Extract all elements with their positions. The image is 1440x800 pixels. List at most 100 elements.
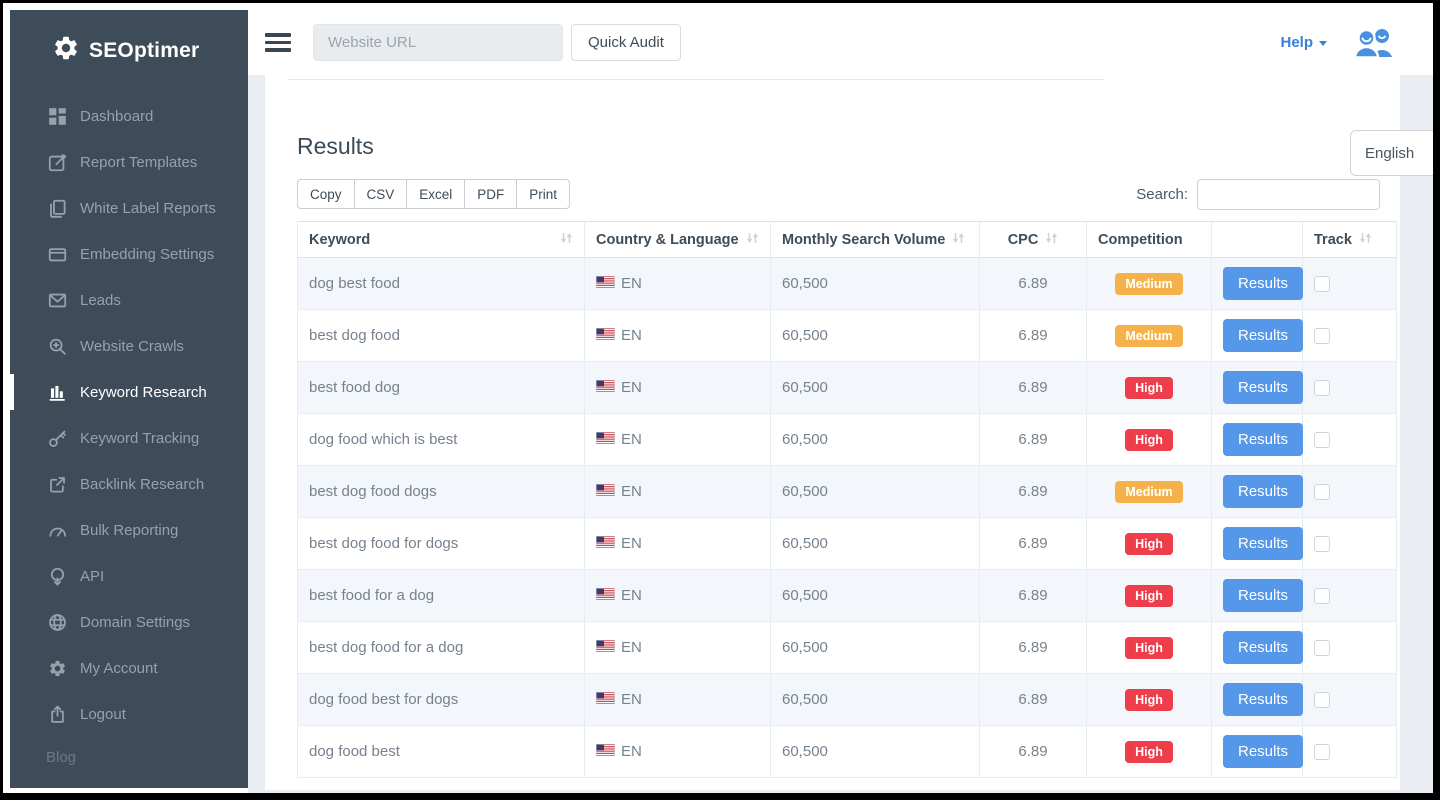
track-cell bbox=[1303, 570, 1397, 622]
results-button[interactable]: Results bbox=[1223, 527, 1303, 560]
track-cell bbox=[1303, 466, 1397, 518]
us-flag bbox=[596, 431, 615, 448]
sidebar-item-dashboard[interactable]: Dashboard bbox=[10, 93, 248, 139]
sidebar-item-label: Embedding Settings bbox=[80, 246, 214, 263]
brand-logo[interactable]: SEOptimer bbox=[10, 10, 248, 67]
track-checkbox[interactable] bbox=[1314, 536, 1330, 552]
language-select-wrap: English bbox=[1350, 130, 1433, 176]
track-cell bbox=[1303, 622, 1397, 674]
column-header-keyword[interactable]: Keyword bbox=[298, 222, 585, 258]
results-button[interactable]: Results bbox=[1223, 579, 1303, 612]
pdf-export-button[interactable]: PDF bbox=[465, 179, 517, 209]
track-checkbox[interactable] bbox=[1314, 588, 1330, 604]
track-checkbox[interactable] bbox=[1314, 744, 1330, 760]
keyword-cell: best dog food bbox=[298, 310, 585, 362]
copy-export-button[interactable]: Copy bbox=[297, 179, 355, 209]
cpc-cell: 6.89 bbox=[980, 466, 1087, 518]
sidebar-item-logout[interactable]: Logout bbox=[10, 691, 248, 737]
hamburger-menu-icon[interactable] bbox=[265, 33, 291, 52]
sidebar-item-label: Backlink Research bbox=[80, 476, 204, 493]
key-icon bbox=[46, 427, 68, 449]
results-button[interactable]: Results bbox=[1223, 683, 1303, 716]
sidebar-item-leads[interactable]: Leads bbox=[10, 277, 248, 323]
logout-icon bbox=[46, 703, 68, 725]
action-cell: Results bbox=[1212, 622, 1303, 674]
track-checkbox[interactable] bbox=[1314, 328, 1330, 344]
cpc-cell: 6.89 bbox=[980, 622, 1087, 674]
results-button[interactable]: Results bbox=[1223, 423, 1303, 456]
sidebar-item-keyword-research[interactable]: Keyword Research bbox=[10, 369, 248, 415]
language-code: EN bbox=[621, 535, 642, 552]
quick-audit-button[interactable]: Quick Audit bbox=[571, 24, 681, 61]
cpc-cell: 6.89 bbox=[980, 310, 1087, 362]
sidebar-item-embedding-settings[interactable]: Embedding Settings bbox=[10, 231, 248, 277]
language-code: EN bbox=[621, 743, 642, 760]
dashboard-icon bbox=[46, 105, 68, 127]
table-row: dog food bestEN60,5006.89HighResults bbox=[298, 726, 1397, 778]
sidebar-item-label: Keyword Tracking bbox=[80, 430, 199, 447]
cpc-cell: 6.89 bbox=[980, 570, 1087, 622]
track-checkbox[interactable] bbox=[1314, 692, 1330, 708]
help-menu[interactable]: Help bbox=[1280, 34, 1327, 51]
track-checkbox[interactable] bbox=[1314, 432, 1330, 448]
sidebar-item-my-account[interactable]: My Account bbox=[10, 645, 248, 691]
competition-badge: High bbox=[1125, 637, 1173, 659]
results-button[interactable]: Results bbox=[1223, 735, 1303, 768]
language-code: EN bbox=[621, 327, 642, 344]
sidebar-menu: DashboardReport TemplatesWhite Label Rep… bbox=[10, 93, 248, 737]
action-cell: Results bbox=[1212, 258, 1303, 310]
column-header-country-language[interactable]: Country & Language bbox=[585, 222, 771, 258]
sidebar-item-domain-settings[interactable]: Domain Settings bbox=[10, 599, 248, 645]
website-url-input[interactable] bbox=[313, 24, 563, 61]
results-button[interactable]: Results bbox=[1223, 475, 1303, 508]
competition-badge: Medium bbox=[1115, 273, 1182, 295]
print-export-button[interactable]: Print bbox=[517, 179, 570, 209]
action-cell: Results bbox=[1212, 570, 1303, 622]
accounts-people-icon[interactable] bbox=[1353, 27, 1395, 58]
track-checkbox[interactable] bbox=[1314, 484, 1330, 500]
cpc-cell: 6.89 bbox=[980, 362, 1087, 414]
sidebar-item-label: Logout bbox=[80, 706, 126, 723]
page-title: Results bbox=[297, 133, 374, 160]
results-button[interactable]: Results bbox=[1223, 371, 1303, 404]
us-flag bbox=[596, 743, 615, 760]
results-button[interactable]: Results bbox=[1223, 631, 1303, 664]
volume-cell: 60,500 bbox=[771, 622, 980, 674]
track-cell bbox=[1303, 258, 1397, 310]
track-checkbox[interactable] bbox=[1314, 640, 1330, 656]
country-cell: EN bbox=[585, 414, 771, 466]
csv-export-button[interactable]: CSV bbox=[355, 179, 408, 209]
keyword-cell: dog food best for dogs bbox=[298, 674, 585, 726]
volume-cell: 60,500 bbox=[771, 466, 980, 518]
search-input[interactable] bbox=[1197, 179, 1380, 210]
sidebar-item-report-templates[interactable]: Report Templates bbox=[10, 139, 248, 185]
volume-cell: 60,500 bbox=[771, 518, 980, 570]
track-checkbox[interactable] bbox=[1314, 380, 1330, 396]
sidebar-item-blog[interactable]: Blog bbox=[46, 749, 76, 766]
keyword-cell: best dog food for a dog bbox=[298, 622, 585, 674]
cpc-cell: 6.89 bbox=[980, 414, 1087, 466]
table-row: best dog food dogsEN60,5006.89MediumResu… bbox=[298, 466, 1397, 518]
sort-icon bbox=[746, 232, 759, 248]
excel-export-button[interactable]: Excel bbox=[407, 179, 465, 209]
results-button[interactable]: Results bbox=[1223, 319, 1303, 352]
volume-cell: 60,500 bbox=[771, 310, 980, 362]
sidebar-item-bulk-reporting[interactable]: Bulk Reporting bbox=[10, 507, 248, 553]
table-row: dog food best for dogsEN60,5006.89HighRe… bbox=[298, 674, 1397, 726]
keyword-cell: best dog food for dogs bbox=[298, 518, 585, 570]
sidebar-item-white-label-reports[interactable]: White Label Reports bbox=[10, 185, 248, 231]
sidebar-item-keyword-tracking[interactable]: Keyword Tracking bbox=[10, 415, 248, 461]
external-link-icon bbox=[46, 473, 68, 495]
results-button[interactable]: Results bbox=[1223, 267, 1303, 300]
column-header-track[interactable]: Track bbox=[1303, 222, 1397, 258]
us-flag bbox=[596, 535, 615, 552]
sidebar-item-api[interactable]: API bbox=[10, 553, 248, 599]
sort-icon bbox=[1359, 232, 1372, 248]
sidebar-item-website-crawls[interactable]: Website Crawls bbox=[10, 323, 248, 369]
track-checkbox[interactable] bbox=[1314, 276, 1330, 292]
language-select[interactable]: English bbox=[1350, 130, 1433, 176]
column-header-monthly-search-volume[interactable]: Monthly Search Volume bbox=[771, 222, 980, 258]
column-header-cpc[interactable]: CPC bbox=[980, 222, 1087, 258]
us-flag bbox=[596, 379, 615, 396]
sidebar-item-backlink-research[interactable]: Backlink Research bbox=[10, 461, 248, 507]
